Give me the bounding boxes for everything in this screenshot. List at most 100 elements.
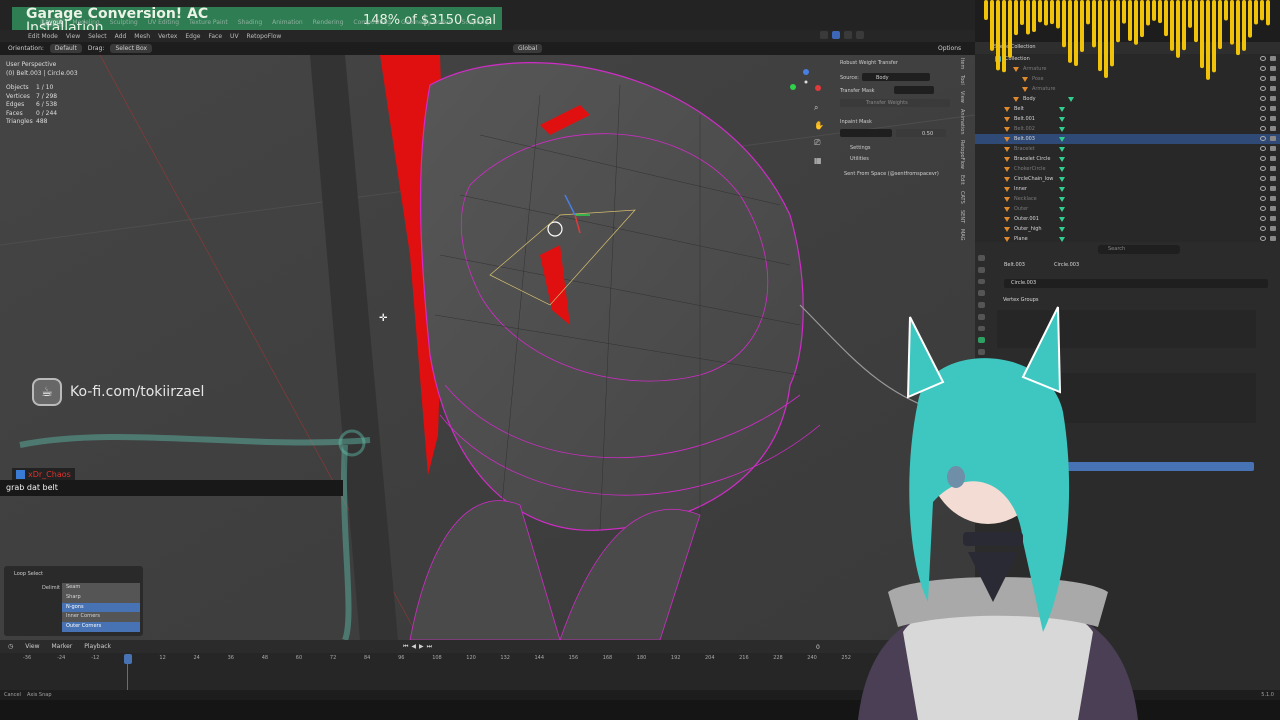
render-camera-icon[interactable]	[1270, 196, 1276, 201]
visibility-eye-icon[interactable]	[1260, 236, 1266, 241]
viewport-shading-render-icon[interactable]	[856, 31, 864, 39]
header-menu-item[interactable]: Mesh	[134, 33, 150, 40]
utilities-subpanel[interactable]: Utilities	[850, 156, 869, 162]
workspace-tab[interactable]: Sculpting	[108, 18, 140, 27]
outliner-row[interactable]: Body	[975, 94, 1280, 104]
workspace-tab[interactable]: Rendering	[311, 18, 346, 27]
header-menu-item[interactable]: Select	[88, 33, 107, 40]
render-camera-icon[interactable]	[1270, 106, 1276, 111]
mesh-data-name-field[interactable]	[1004, 279, 1268, 288]
settings-subpanel[interactable]: Settings	[850, 145, 871, 151]
sidebar-tab[interactable]: Item	[959, 58, 965, 69]
nav-gizmo-z[interactable]	[803, 69, 809, 75]
render-camera-icon[interactable]	[1270, 96, 1276, 101]
visibility-eye-icon[interactable]	[1260, 166, 1266, 171]
visibility-eye-icon[interactable]	[1260, 106, 1266, 111]
workspace-tab[interactable]: Scripting	[460, 18, 491, 27]
sidebar-tab[interactable]: CATS	[959, 191, 965, 204]
sidebar-tab[interactable]: Tool	[959, 75, 965, 85]
source-field[interactable]	[862, 73, 930, 81]
delimit-option[interactable]: Inner Corners	[62, 612, 140, 623]
current-frame-field[interactable]: 0	[816, 644, 820, 651]
visibility-eye-icon[interactable]	[1260, 146, 1266, 151]
visibility-eye-icon[interactable]	[1260, 86, 1266, 91]
workspace-tab[interactable]: Animation	[270, 18, 305, 27]
nav-gizmo-x[interactable]	[815, 85, 821, 91]
outliner-row[interactable]: Belt.001	[975, 114, 1280, 124]
editor-type-icon[interactable]: ◷	[8, 643, 13, 650]
workspace-tab[interactable]: Modeling	[70, 18, 101, 27]
camera-icon[interactable]: ⎚	[814, 138, 824, 148]
workspace-tab[interactable]: Layout	[40, 18, 65, 27]
render-camera-icon[interactable]	[1270, 206, 1276, 211]
3d-viewport[interactable]	[0, 55, 975, 640]
outliner-row[interactable]: Bracelet	[975, 144, 1280, 154]
outliner-row[interactable]: Outer.001	[975, 214, 1280, 224]
visibility-eye-icon[interactable]	[1260, 96, 1266, 101]
transform-orientation-dropdown[interactable]: Global	[513, 44, 543, 53]
header-menu-item[interactable]: Add	[115, 33, 127, 40]
render-camera-icon[interactable]	[1270, 236, 1276, 241]
header-menu-item[interactable]: View	[66, 33, 80, 40]
pan-hand-icon[interactable]: ✋	[814, 121, 824, 130]
timeline-playhead[interactable]	[124, 654, 132, 664]
properties-search[interactable]: Search	[1098, 245, 1180, 254]
sidebar-tab[interactable]: Animation	[959, 109, 965, 135]
header-menu-item[interactable]: Face	[208, 33, 222, 40]
visibility-eye-icon[interactable]	[1260, 176, 1266, 181]
outliner-row[interactable]: CircleChain_low	[975, 174, 1280, 184]
visibility-eye-icon[interactable]	[1260, 206, 1266, 211]
timeline-menu-item[interactable]: View	[25, 643, 39, 650]
workspace-tab[interactable]: Shading	[236, 18, 264, 27]
render-camera-icon[interactable]	[1270, 136, 1276, 141]
render-camera-icon[interactable]	[1270, 86, 1276, 91]
playback-controls-icon[interactable]: ⏮◀▶⏭	[403, 643, 435, 651]
outliner-row[interactable]: Belt.003	[975, 134, 1280, 144]
outliner-row[interactable]: Outer_high	[975, 224, 1280, 234]
outliner-row[interactable]: Bracelet Circle	[975, 154, 1280, 164]
workspace-tab[interactable]: Compositing	[351, 18, 393, 27]
render-camera-icon[interactable]	[1270, 216, 1276, 221]
render-camera-icon[interactable]	[1270, 156, 1276, 161]
tool-tab-icon[interactable]	[978, 255, 985, 261]
viewport-shading-wire-icon[interactable]	[820, 31, 828, 39]
transfer-mask-field[interactable]	[894, 86, 934, 94]
render-camera-icon[interactable]	[1270, 176, 1276, 181]
output-tab-icon[interactable]	[978, 278, 985, 285]
nav-gizmo-center[interactable]	[804, 80, 808, 84]
nav-gizmo-y[interactable]	[790, 84, 796, 90]
render-camera-icon[interactable]	[1270, 186, 1276, 191]
header-menu-item[interactable]: Vertex	[158, 33, 177, 40]
sidebar-tab[interactable]: RetopoFlow	[959, 140, 965, 169]
sidebar-tab[interactable]: View	[959, 91, 965, 103]
delimit-option[interactable]: Outer Corners	[62, 622, 140, 632]
zoom-icon[interactable]: ⌕	[814, 103, 824, 113]
render-camera-icon[interactable]	[1270, 116, 1276, 121]
timeline-menu-item[interactable]: Playback	[84, 643, 111, 650]
scene-tab-icon[interactable]	[978, 290, 985, 297]
visibility-eye-icon[interactable]	[1260, 136, 1266, 141]
header-menu-item[interactable]: Edit Mode	[28, 33, 58, 40]
sidebar-tab[interactable]: MAG	[959, 229, 965, 241]
delimit-option[interactable]: Sharp	[62, 592, 140, 603]
visibility-eye-icon[interactable]	[1260, 126, 1266, 131]
render-camera-icon[interactable]	[1270, 146, 1276, 151]
loop-select-title[interactable]: Loop Select	[14, 571, 43, 577]
visibility-eye-icon[interactable]	[1260, 196, 1266, 201]
outliner-row[interactable]: Belt	[975, 104, 1280, 114]
orientation-dropdown[interactable]: Default	[49, 44, 82, 53]
sidebar-tab[interactable]: Edit	[959, 175, 965, 185]
grid-icon[interactable]: ▦	[814, 156, 824, 165]
outliner-row[interactable]: Belt.002	[975, 124, 1280, 134]
header-menu-item[interactable]: Edge	[185, 33, 200, 40]
workspace-tab[interactable]: Geometry Nodes	[399, 18, 454, 27]
delimit-option[interactable]: Seam	[62, 583, 140, 593]
delimit-option[interactable]: N-gons	[62, 602, 140, 613]
inpaint-mask-field[interactable]	[840, 129, 892, 137]
visibility-eye-icon[interactable]	[1260, 216, 1266, 221]
render-camera-icon[interactable]	[1270, 126, 1276, 131]
outliner-row[interactable]: Outer	[975, 204, 1280, 214]
header-menu-item[interactable]: RetopoFlow	[247, 33, 282, 40]
panel-title[interactable]: Robust Weight Transfer	[840, 60, 898, 66]
visibility-eye-icon[interactable]	[1260, 226, 1266, 231]
